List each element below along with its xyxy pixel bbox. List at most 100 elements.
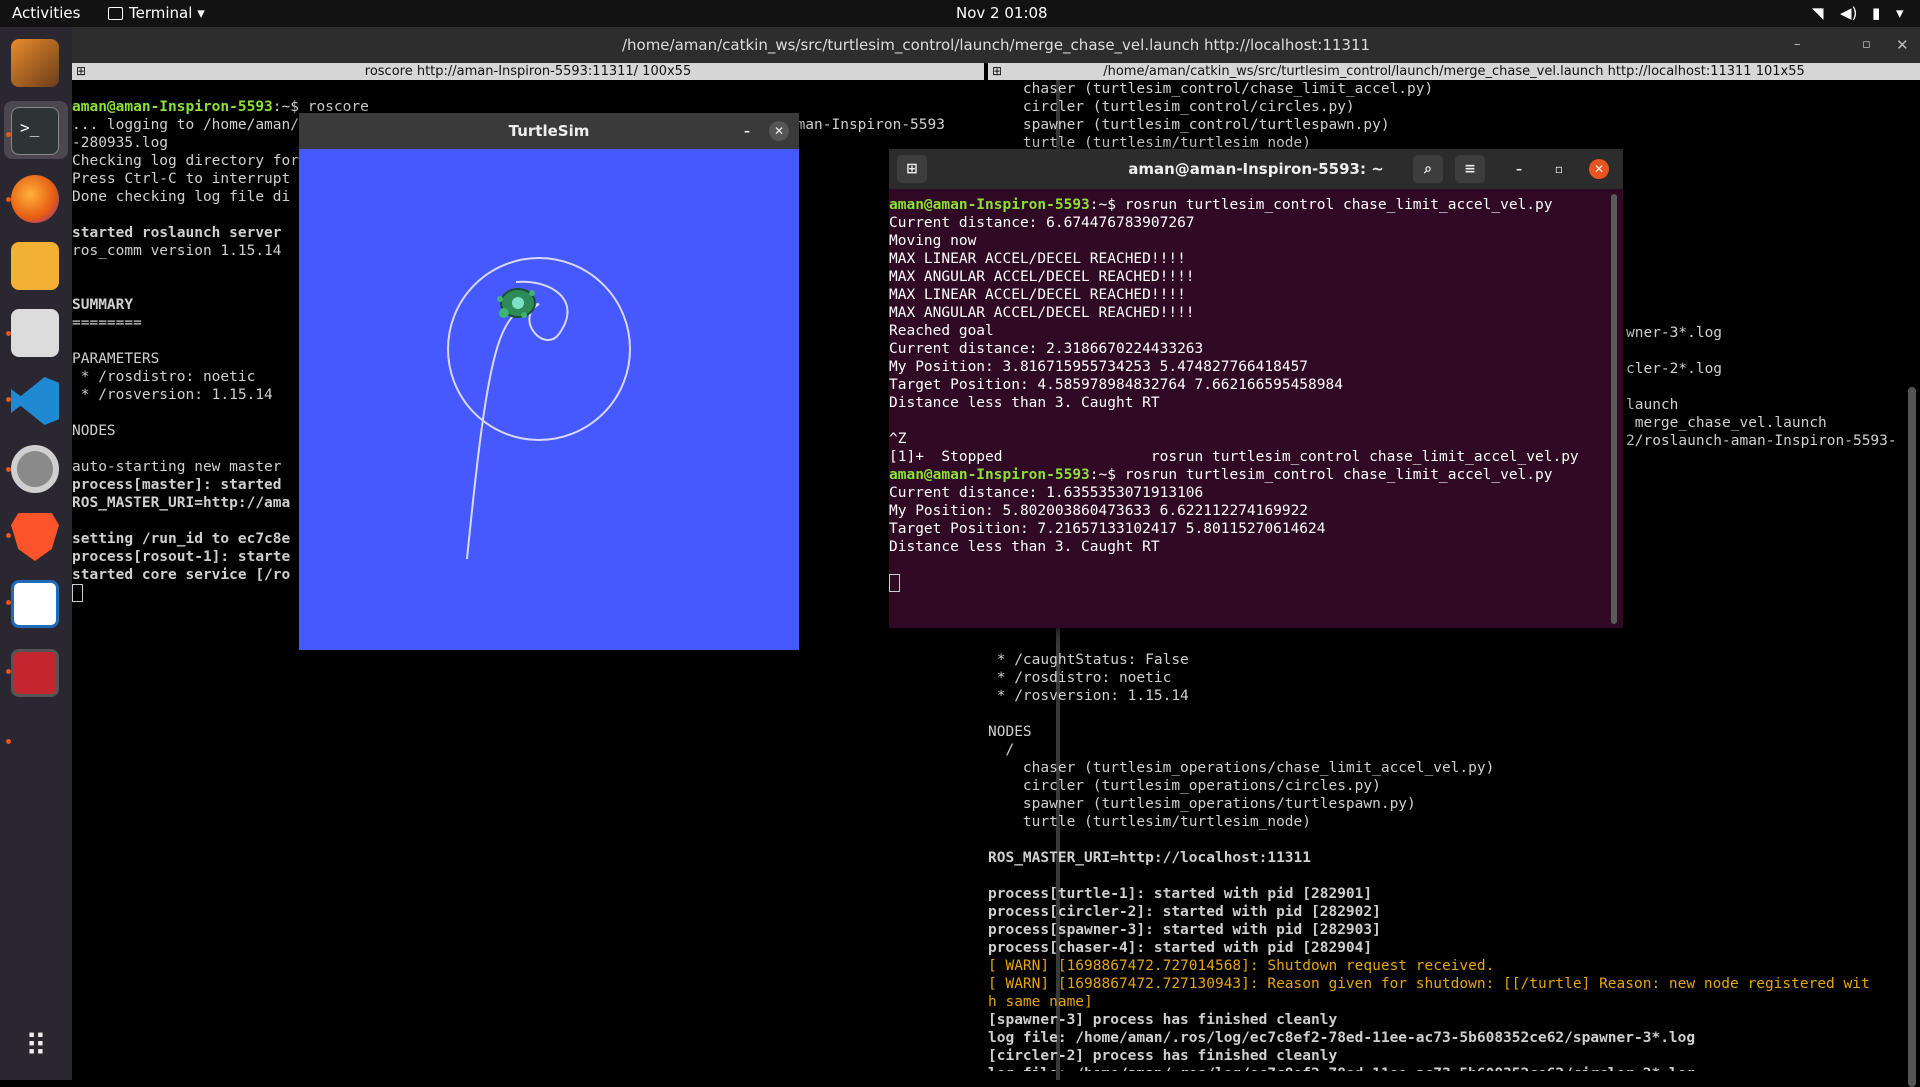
pane-grid-icon: ⊞ [992,64,1003,78]
left-pane-title: roscore http://aman-Inspiron-5593:11311/… [364,64,692,79]
minimize-icon[interactable]: – [1794,27,1801,63]
terminal-line: Current distance: 2.3186670224433263 [889,341,1204,357]
app-store-icon[interactable] [11,39,59,87]
turtlesim-window[interactable]: TurtleSim – ✕ [299,113,799,650]
running-indicator [6,739,11,744]
terminal-line: spawner (turtlesim_control/turtlespawn.p… [1022,117,1390,133]
vscode-icon[interactable] [11,377,59,425]
wifi-icon[interactable]: ◥ [1812,4,1824,22]
gnome-terminal-titlebar[interactable]: aman@aman-Inspiron-5593: ~ ⊞ ⌕ ≡ – ▫ ✕ [889,149,1623,189]
terminal-line: process[chaser-4]: started with pid [282… [988,940,1373,956]
terminator-icon[interactable] [11,649,59,697]
new-tab-icon[interactable]: ⊞ [897,155,927,183]
close-icon[interactable]: ✕ [1589,159,1609,179]
terminal-line: chaser (turtlesim_operations/chase_limit… [1022,760,1495,776]
brave-browser-icon[interactable] [11,513,59,561]
terminal-line: circler (turtlesim_operations/circles.py… [1022,778,1381,794]
caret-down-icon: ▾ [197,4,205,22]
window-titlebar[interactable]: /home/aman/catkin_ws/src/turtlesim_contr… [72,27,1920,63]
right-pane-header[interactable]: ⊞ /home/aman/catkin_ws/src/turtlesim_con… [988,63,1920,80]
minimize-icon[interactable]: – [737,121,757,141]
maximize-icon[interactable]: ▫ [1549,159,1569,179]
terminal-line: Distance less than 3. Caught RT [889,395,1160,411]
right-pane-visible-fragments: wner-3*.log cler-2*.log launch merge_cha… [1626,324,1916,454]
terminal-line: started roslaunch server [72,225,282,241]
terminal-line: * /rosdistro: noetic [996,670,1172,686]
terminal-line: / [1005,742,1015,758]
running-indicator [6,467,11,472]
trail-circle [447,257,631,441]
terminal-line: spawner (turtlesim_operations/turtlespaw… [1022,796,1416,812]
terminal-line: MAX LINEAR ACCEL/DECEL REACHED!!!! [889,287,1186,303]
terminal-line: process[circler-2]: started with pid [28… [988,904,1381,920]
running-indicator [6,533,11,538]
terminal-line: process[turtle-1]: started with pid [282… [988,886,1373,902]
terminal-line: Reached goal [889,323,994,339]
terminal-line: My Position: 3.816715955734253 5.4748277… [889,359,1309,375]
running-indicator [6,197,11,202]
turtlesim-canvas [447,257,631,560]
close-icon[interactable]: ✕ [769,121,789,141]
terminal-line: * /caughtStatus: False [996,652,1189,668]
terminal-line: cler-2*.log [1626,361,1723,377]
right-bottom-output: * /caughtStatus: False * /rosdistro: noe… [988,652,1494,956]
command-output: Current distance: 1.6355353071913106 My … [889,485,1326,555]
volume-icon[interactable]: ◀) [1840,4,1857,22]
gnome-terminal-scrollbar[interactable] [1611,194,1617,624]
activities-button[interactable]: Activities [12,4,80,22]
gnome-terminal-content[interactable]: aman@aman-Inspiron-5593:~$ rosrun turtle… [889,196,1613,626]
terminal-line: [ WARN] [1698867472.727014568]: Shutdown… [988,958,1495,974]
terminal-line: turtle (turtlesim/turtlesim_node) [1022,814,1312,830]
terminal-line: [ WARN] [1698867472.727130943]: Reason g… [988,976,1870,992]
terminal-line: MAX LINEAR ACCEL/DECEL REACHED!!!! [889,251,1186,267]
terminal-line: Press Ctrl-C to interrupt [72,171,291,187]
maximize-icon[interactable]: ▫ [1862,27,1871,63]
terminal-line: PARAMETERS [72,351,160,367]
terminal-line: log file: /home/aman/.ros/log/ec7c8ef2-7… [988,1030,1696,1046]
image-viewer-icon[interactable] [11,242,59,290]
minimize-icon[interactable]: – [1509,159,1529,179]
terminal-line: merge_chase_vel.launch [1634,415,1827,431]
app-menu-label: Terminal [129,4,193,22]
window-title: /home/aman/catkin_ws/src/turtlesim_contr… [621,36,1371,54]
app-menu[interactable]: Terminal ▾ [108,4,205,22]
firefox-icon[interactable] [11,175,59,223]
prompt-user: aman@aman-Inspiron-5593 [72,99,273,115]
terminal-line: launch [1626,397,1679,413]
show-apps-grid-icon[interactable]: ⠿ [11,1025,59,1073]
running-indicator [6,331,11,336]
settings-gear-icon[interactable] [11,445,59,493]
system-menu-caret-icon[interactable]: ▾ [1896,4,1904,22]
prompt-command: :~$ rosrun turtlesim_control chase_limit… [1089,467,1553,483]
files-icon[interactable] [11,309,59,357]
trail-spiral-line [466,280,569,560]
terminal-line: ROS_MASTER_URI=http://localhost:11311 [988,850,1312,866]
terminal-line: started core service [/ro [72,567,291,583]
right-pane-title: /home/aman/catkin_ws/src/turtlesim_contr… [1103,64,1805,79]
terminal-line: Done checking log file di [72,189,291,205]
right-pane-scrollbar[interactable] [1908,387,1916,1087]
terminal-line: setting /run_id to ec7c8e [72,531,291,547]
prompt-user: aman@aman-Inspiron-5593 [889,197,1090,213]
terminal-line: * /rosversion: 1.15.14 [996,688,1189,704]
terminal-line: Checking log directory for [72,153,299,169]
turtlesim-titlebar[interactable]: TurtleSim – ✕ [299,113,799,149]
top-bar: Activities Terminal ▾ Nov 2 01:08 ◥ ◀) ▮… [0,0,1920,27]
hamburger-menu-icon[interactable]: ≡ [1455,155,1485,183]
battery-icon[interactable]: ▮ [1872,4,1880,22]
terminal-cursor [889,574,900,592]
terminal-line: Target Position: 7.21657133102417 5.8011… [889,521,1326,537]
prompt-user: aman@aman-Inspiron-5593 [889,467,1090,483]
terminal-cursor [72,584,83,602]
terminal-line: ROS_MASTER_URI=http://ama [72,495,291,511]
left-pane-header[interactable]: ⊞ roscore http://aman-Inspiron-5593:1131… [72,63,984,80]
terminal-line: circler (turtlesim_control/circles.py) [1022,99,1355,115]
terminal-icon[interactable]: >_ [11,107,59,155]
clock[interactable]: Nov 2 01:08 [956,4,1048,22]
gnome-terminal-title: aman@aman-Inspiron-5593: ~ [1128,160,1384,178]
gnome-terminal-window[interactable]: aman@aman-Inspiron-5593: ~ ⊞ ⌕ ≡ – ▫ ✕ a… [889,149,1623,628]
close-icon[interactable]: ✕ [1896,27,1909,63]
writer-document-icon[interactable] [11,580,59,628]
prompt-command: :~$ rosrun turtlesim_control chase_limit… [1089,197,1553,213]
search-icon[interactable]: ⌕ [1413,155,1443,183]
